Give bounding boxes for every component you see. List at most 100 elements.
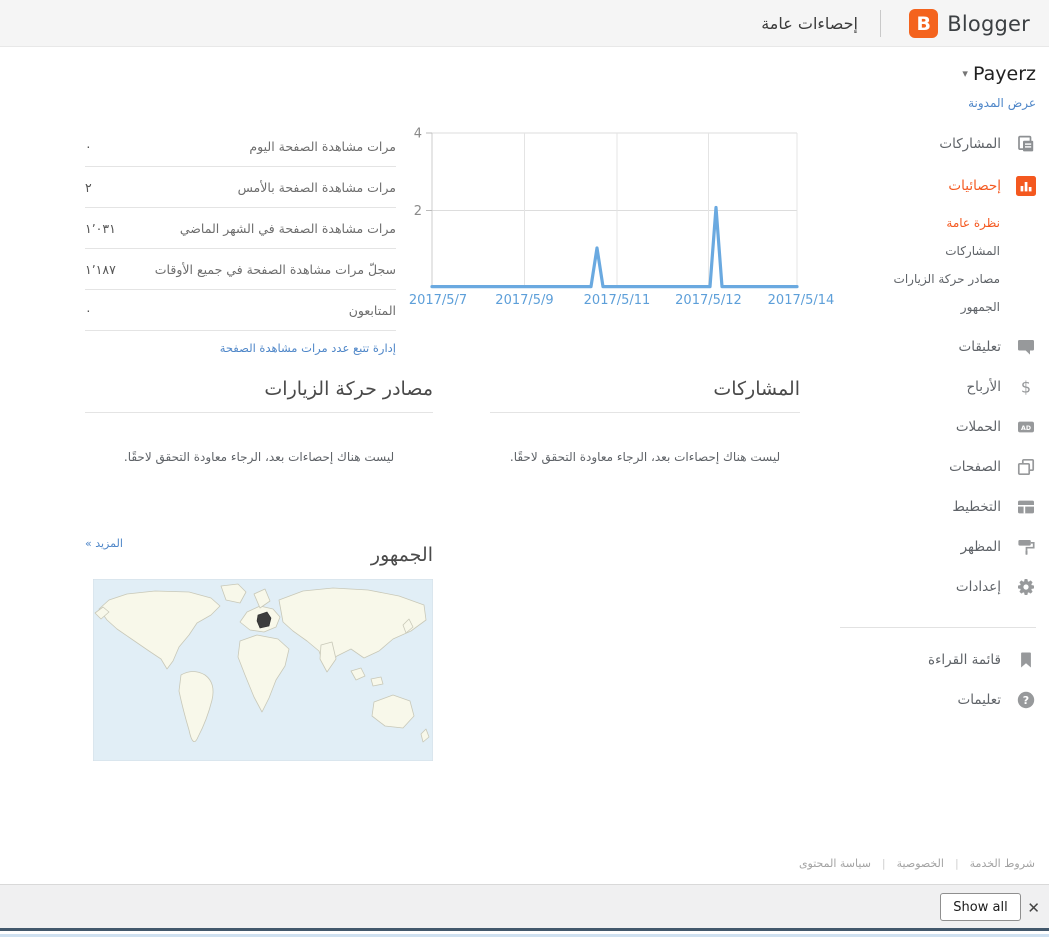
sidebar: Payerz ▾ عرض المدونة المشاركات إحصائيات … [827, 47, 1049, 720]
help-icon: ? [1016, 690, 1036, 710]
x-tick-label: 2017/5/9 [495, 293, 553, 308]
theme-icon [1016, 537, 1036, 557]
sidebar-item-label: إحصائيات [948, 178, 1001, 194]
x-tick-label: 2017/5/7 [409, 293, 467, 308]
chevron-down-icon: ▾ [962, 67, 968, 80]
browser-notification-bar: Show all ✕ [0, 884, 1049, 931]
section-title: الجمهور [85, 544, 433, 566]
sidebar-nav-secondary: قائمة القراءة ? تعليمات [827, 640, 1049, 720]
svg-text:AD: AD [1021, 425, 1031, 432]
sidebar-item-label: الأرباح [966, 379, 1001, 395]
stat-label: مرات مشاهدة الصفحة بالأمس [238, 180, 396, 195]
sidebar-divider [840, 627, 1036, 628]
sidebar-item-label: المظهر [961, 539, 1001, 555]
stat-label: سجلّ مرات مشاهدة الصفحة في جميع الأوقات [155, 262, 396, 277]
traffic-sources-section: مصادر حركة الزيارات ليست هناك إحصاءات بع… [85, 378, 433, 464]
pageviews-stats-table: مرات مشاهدة الصفحة اليوم ٠ مرات مشاهدة ا… [85, 126, 396, 356]
stat-label: مرات مشاهدة الصفحة في الشهر الماضي [180, 221, 396, 236]
sidebar-subitem-audience[interactable]: الجمهور [827, 293, 1049, 321]
pages-icon [1016, 457, 1036, 477]
table-row: مرات مشاهدة الصفحة في الشهر الماضي ١٬٠٣١ [85, 208, 396, 249]
sidebar-item-label: التخطيط [952, 499, 1001, 515]
stat-value: ٠ [85, 139, 92, 154]
sidebar-item-theme[interactable]: المظهر [827, 527, 1049, 567]
x-tick-label: 2017/5/12 [675, 293, 742, 308]
page-title: إحصاءات عامة [761, 14, 858, 33]
sidebar-item-label: المشاركات [939, 136, 1001, 152]
table-row: المتابعون ٠ [85, 290, 396, 331]
layout-icon [1016, 497, 1036, 517]
posts-icon [1016, 134, 1036, 154]
table-row: مرات مشاهدة الصفحة اليوم ٠ [85, 126, 396, 167]
blog-selector[interactable]: Payerz ▾ [827, 63, 1036, 85]
stat-value: ٢ [85, 180, 92, 195]
table-row: سجلّ مرات مشاهدة الصفحة في جميع الأوقات … [85, 249, 396, 290]
close-icon[interactable]: ✕ [1023, 897, 1044, 919]
sidebar-item-campaigns[interactable]: AD الحملات [827, 407, 1049, 447]
sidebar-item-help[interactable]: ? تعليمات [827, 680, 1049, 720]
blogger-brand[interactable]: B Blogger [909, 9, 1030, 38]
sidebar-subitem-overview[interactable]: نظرة عامة [827, 209, 1049, 237]
sidebar-item-label: الحملات [956, 419, 1001, 435]
blog-name: Payerz [973, 63, 1036, 85]
sidebar-item-settings[interactable]: إعدادات [827, 567, 1049, 607]
comments-icon [1016, 337, 1036, 357]
empty-state-text: ليست هناك إحصاءات بعد، الرجاء معاودة الت… [490, 450, 800, 464]
privacy-link[interactable]: الخصوصية [897, 857, 944, 870]
footer-separator: | [955, 857, 959, 870]
blogger-logo-icon: B [909, 9, 938, 38]
posts-section: المشاركات ليست هناك إحصاءات بعد، الرجاء … [490, 378, 800, 464]
svg-text:$: $ [1021, 378, 1031, 397]
show-all-button[interactable]: Show all [940, 893, 1021, 921]
terms-link[interactable]: شروط الخدمة [970, 857, 1035, 870]
sidebar-item-pages[interactable]: الصفحات [827, 447, 1049, 487]
sidebar-item-label: تعليمات [958, 692, 1001, 708]
footer-links: شروط الخدمة | الخصوصية | سياسة المحتوى [799, 857, 1035, 870]
more-link[interactable]: المزيد » [85, 537, 123, 550]
stat-value: ١٬١٨٧ [85, 262, 116, 277]
sidebar-item-reading-list[interactable]: قائمة القراءة [827, 640, 1049, 680]
sidebar-item-comments[interactable]: تعليقات [827, 327, 1049, 367]
campaigns-icon: AD [1016, 417, 1036, 437]
blogger-stats-page: B Blogger إحصاءات عامة Payerz ▾ عرض المد… [0, 0, 1049, 937]
stat-value: ١٬٠٣١ [85, 221, 116, 236]
sidebar-subitem-traffic-sources[interactable]: مصادر حركة الزيارات [827, 265, 1049, 293]
sidebar-item-label: إعدادات [956, 579, 1001, 595]
sidebar-item-label: تعليقات [959, 339, 1001, 355]
header-divider [880, 10, 881, 37]
pageviews-chart: 4 2 2017/5/7 2017/5/9 2017/5/11 2017/5/1… [411, 120, 835, 310]
sidebar-item-label: قائمة القراءة [928, 652, 1001, 668]
sidebar-item-layout[interactable]: التخطيط [827, 487, 1049, 527]
table-row: مرات مشاهدة الصفحة بالأمس ٢ [85, 167, 396, 208]
top-header: B Blogger إحصاءات عامة [0, 0, 1049, 47]
stat-label: مرات مشاهدة الصفحة اليوم [249, 139, 396, 154]
view-blog-link[interactable]: عرض المدونة [827, 96, 1036, 110]
x-tick-label: 2017/5/14 [768, 293, 835, 308]
reading-list-icon [1016, 650, 1036, 670]
settings-icon [1016, 577, 1036, 597]
y-tick-label: 4 [414, 127, 422, 142]
empty-state-text: ليست هناك إحصاءات بعد، الرجاء معاودة الت… [85, 450, 433, 464]
sidebar-item-stats[interactable]: إحصائيات [827, 165, 1049, 207]
sidebar-item-earnings[interactable]: $ الأرباح [827, 367, 1049, 407]
pageviews-line-series [432, 208, 797, 287]
brand-name: Blogger [947, 12, 1030, 36]
audience-section: المزيد » الجمهور [85, 535, 433, 761]
y-tick-label: 2 [414, 204, 422, 219]
sidebar-item-label: الصفحات [949, 459, 1001, 475]
stat-value: ٠ [85, 303, 92, 318]
map-highlight-germany [257, 612, 271, 628]
earnings-icon: $ [1016, 377, 1036, 397]
manage-pageview-tracking-link[interactable]: إدارة تتبع عدد مرات مشاهدة الصفحة [220, 341, 396, 355]
sidebar-item-posts[interactable]: المشاركات [827, 123, 1049, 165]
x-tick-label: 2017/5/11 [584, 293, 651, 308]
stat-label: المتابعون [349, 303, 396, 318]
section-title: مصادر حركة الزيارات [85, 378, 433, 413]
content-policy-link[interactable]: سياسة المحتوى [799, 857, 871, 870]
section-title: المشاركات [490, 378, 800, 413]
svg-text:?: ? [1023, 694, 1029, 707]
world-map [93, 579, 433, 761]
sidebar-subitem-posts[interactable]: المشاركات [827, 237, 1049, 265]
stats-subnav: نظرة عامة المشاركات مصادر حركة الزيارات … [827, 207, 1049, 327]
sidebar-nav: المشاركات إحصائيات نظرة عامة المشاركات م… [827, 123, 1049, 607]
